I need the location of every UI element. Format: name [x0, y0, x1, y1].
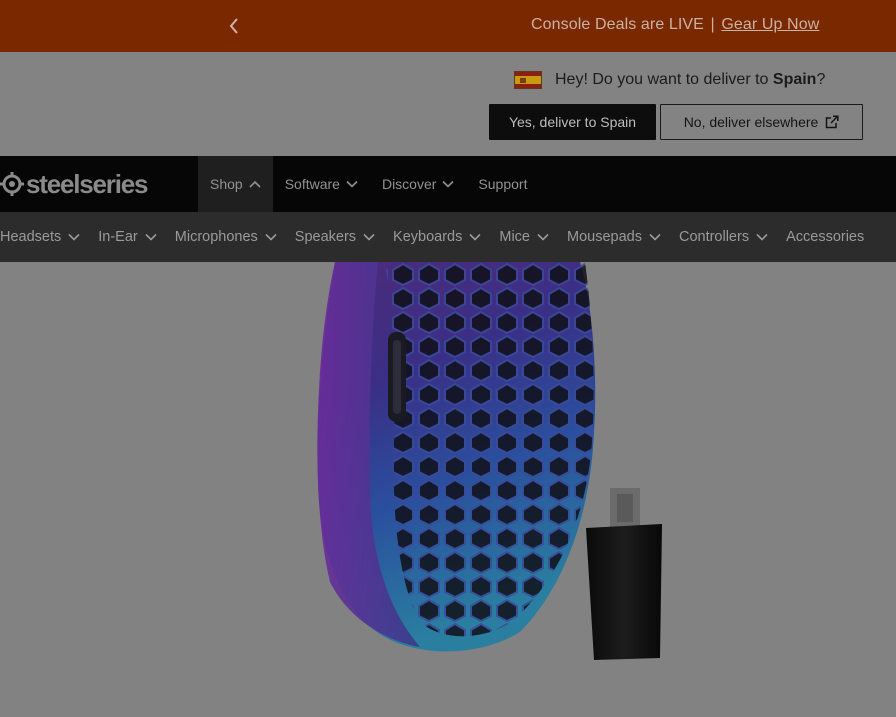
- category-label: Microphones: [174, 229, 258, 245]
- steelseries-logo[interactable]: steelseries: [0, 168, 148, 199]
- category-label: Controllers: [678, 229, 750, 245]
- nav-item-discover[interactable]: Discover: [370, 156, 466, 212]
- chevron-down-icon: [68, 233, 80, 241]
- main-nav: steelseries Shop Software Discover Suppo…: [0, 156, 896, 212]
- category-accessories[interactable]: Accessories: [786, 212, 882, 262]
- chevron-down-icon: [145, 233, 157, 241]
- chevron-down-icon: [265, 233, 277, 241]
- category-label: Mice: [499, 229, 530, 245]
- nav-item-label: Support: [478, 176, 528, 192]
- chevron-down-icon: [649, 233, 661, 241]
- nav-item-label: Shop: [210, 176, 243, 192]
- nav-item-software[interactable]: Software: [273, 156, 370, 212]
- promo-text: Console Deals are LIVE: [531, 16, 704, 33]
- delivery-question-prefix: Hey! Do you want to deliver to: [555, 71, 773, 88]
- promo-bar: Console Deals are LIVE | Gear Up Now: [0, 0, 896, 52]
- chevron-down-icon: [442, 180, 454, 188]
- promo-prev-button[interactable]: [222, 12, 246, 40]
- category-mousepads[interactable]: Mousepads: [567, 212, 679, 262]
- category-nav-items: Headsets In-Ear Microphones Speakers Key…: [0, 212, 882, 262]
- delivery-question: Hey! Do you want to deliver to Spain?: [555, 71, 825, 89]
- chevron-down-icon: [756, 233, 768, 241]
- category-label: Headsets: [0, 229, 62, 245]
- main-nav-items: Shop Software Discover Support: [198, 156, 539, 212]
- steelseries-logo-icon: [0, 172, 24, 196]
- delivery-question-suffix: ?: [816, 71, 826, 88]
- category-controllers[interactable]: Controllers: [679, 212, 786, 262]
- category-nav: Headsets In-Ear Microphones Speakers Key…: [0, 212, 896, 262]
- chevron-down-icon: [346, 180, 358, 188]
- promo-link[interactable]: Gear Up Now: [721, 16, 819, 33]
- hero-product-image: [0, 262, 896, 717]
- category-mice[interactable]: Mice: [499, 212, 567, 262]
- nav-item-label: Discover: [381, 176, 437, 192]
- nav-item-label: Software: [284, 176, 340, 192]
- category-label: Mousepads: [567, 229, 642, 245]
- external-link-icon: [826, 115, 839, 129]
- promo-message: Console Deals are LIVE | Gear Up Now: [531, 16, 819, 34]
- chevron-down-icon: [537, 233, 549, 241]
- chevron-left-icon: [229, 18, 238, 34]
- wireless-mouse-image: [317, 262, 662, 660]
- category-label: Speakers: [294, 229, 357, 245]
- nav-item-support[interactable]: Support: [466, 156, 539, 212]
- category-label: Accessories: [786, 229, 865, 245]
- category-label: In-Ear: [98, 229, 138, 245]
- category-microphones[interactable]: Microphones: [175, 212, 295, 262]
- deliver-yes-label: Yes, deliver to Spain: [508, 114, 637, 130]
- category-headsets[interactable]: Headsets: [0, 212, 98, 262]
- category-keyboards[interactable]: Keyboards: [393, 212, 499, 262]
- category-label: Keyboards: [393, 229, 463, 245]
- brand-name: steelseries: [26, 168, 148, 199]
- chevron-up-icon: [249, 180, 261, 188]
- chevron-down-icon: [469, 233, 481, 241]
- promo-separator: |: [710, 16, 715, 33]
- delivery-banner: Hey! Do you want to deliver to Spain? Ye…: [0, 52, 896, 156]
- deliver-elsewhere-button[interactable]: No, deliver elsewhere: [660, 104, 863, 140]
- chevron-down-icon: [363, 233, 375, 241]
- deliver-yes-button[interactable]: Yes, deliver to Spain: [489, 104, 656, 140]
- deliver-elsewhere-label: No, deliver elsewhere: [683, 114, 819, 130]
- delivery-country: Spain: [772, 71, 817, 88]
- nav-item-shop[interactable]: Shop: [198, 156, 273, 212]
- spain-flag-icon: [514, 71, 542, 89]
- category-speakers[interactable]: Speakers: [295, 212, 393, 262]
- category-in-ear[interactable]: In-Ear: [98, 212, 175, 262]
